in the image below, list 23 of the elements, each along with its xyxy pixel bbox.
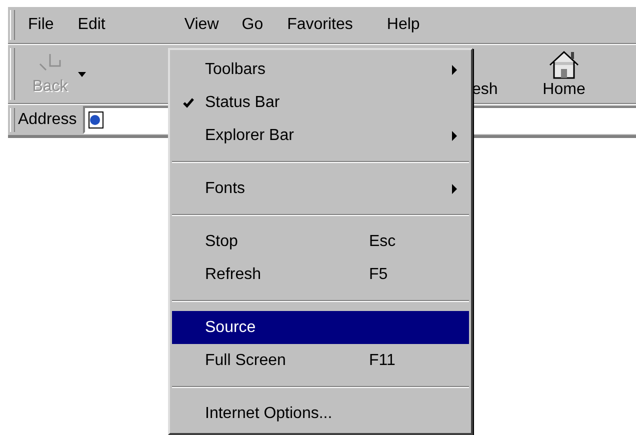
submenu-arrow-icon — [452, 184, 456, 194]
address-label: Address — [18, 111, 77, 129]
home-button[interactable]: Home — [532, 49, 596, 99]
menu-option[interactable]: Toolbars — [172, 53, 469, 86]
menu-item[interactable]: File — [18, 11, 64, 39]
submenu-arrow-icon — [452, 130, 456, 140]
menu-option[interactable]: Source — [172, 311, 469, 344]
menu-option[interactable]: Explorer Bar — [172, 119, 469, 152]
menu-item[interactable]: Edit — [68, 11, 116, 39]
menu-option[interactable]: Refresh F5 — [172, 258, 469, 291]
page-icon — [86, 111, 105, 129]
dropdown-arrow-icon[interactable] — [78, 72, 86, 76]
menu-option[interactable]: Fonts — [172, 172, 469, 205]
checkmark-icon — [183, 98, 194, 108]
menu-item[interactable]: Go — [232, 11, 274, 39]
menu-option[interactable]: Full Screen F11 — [172, 344, 469, 377]
menu-item[interactable]: View — [175, 12, 228, 38]
menu-item[interactable]: Favorites — [277, 11, 363, 39]
menu-item[interactable]: Help — [376, 11, 430, 39]
menu-option[interactable]: Status Bar — [172, 86, 469, 119]
menu-option[interactable]: Internet Options... — [172, 397, 469, 430]
submenu-arrow-icon — [452, 64, 456, 74]
menu-option[interactable]: Stop Esc — [172, 225, 469, 258]
